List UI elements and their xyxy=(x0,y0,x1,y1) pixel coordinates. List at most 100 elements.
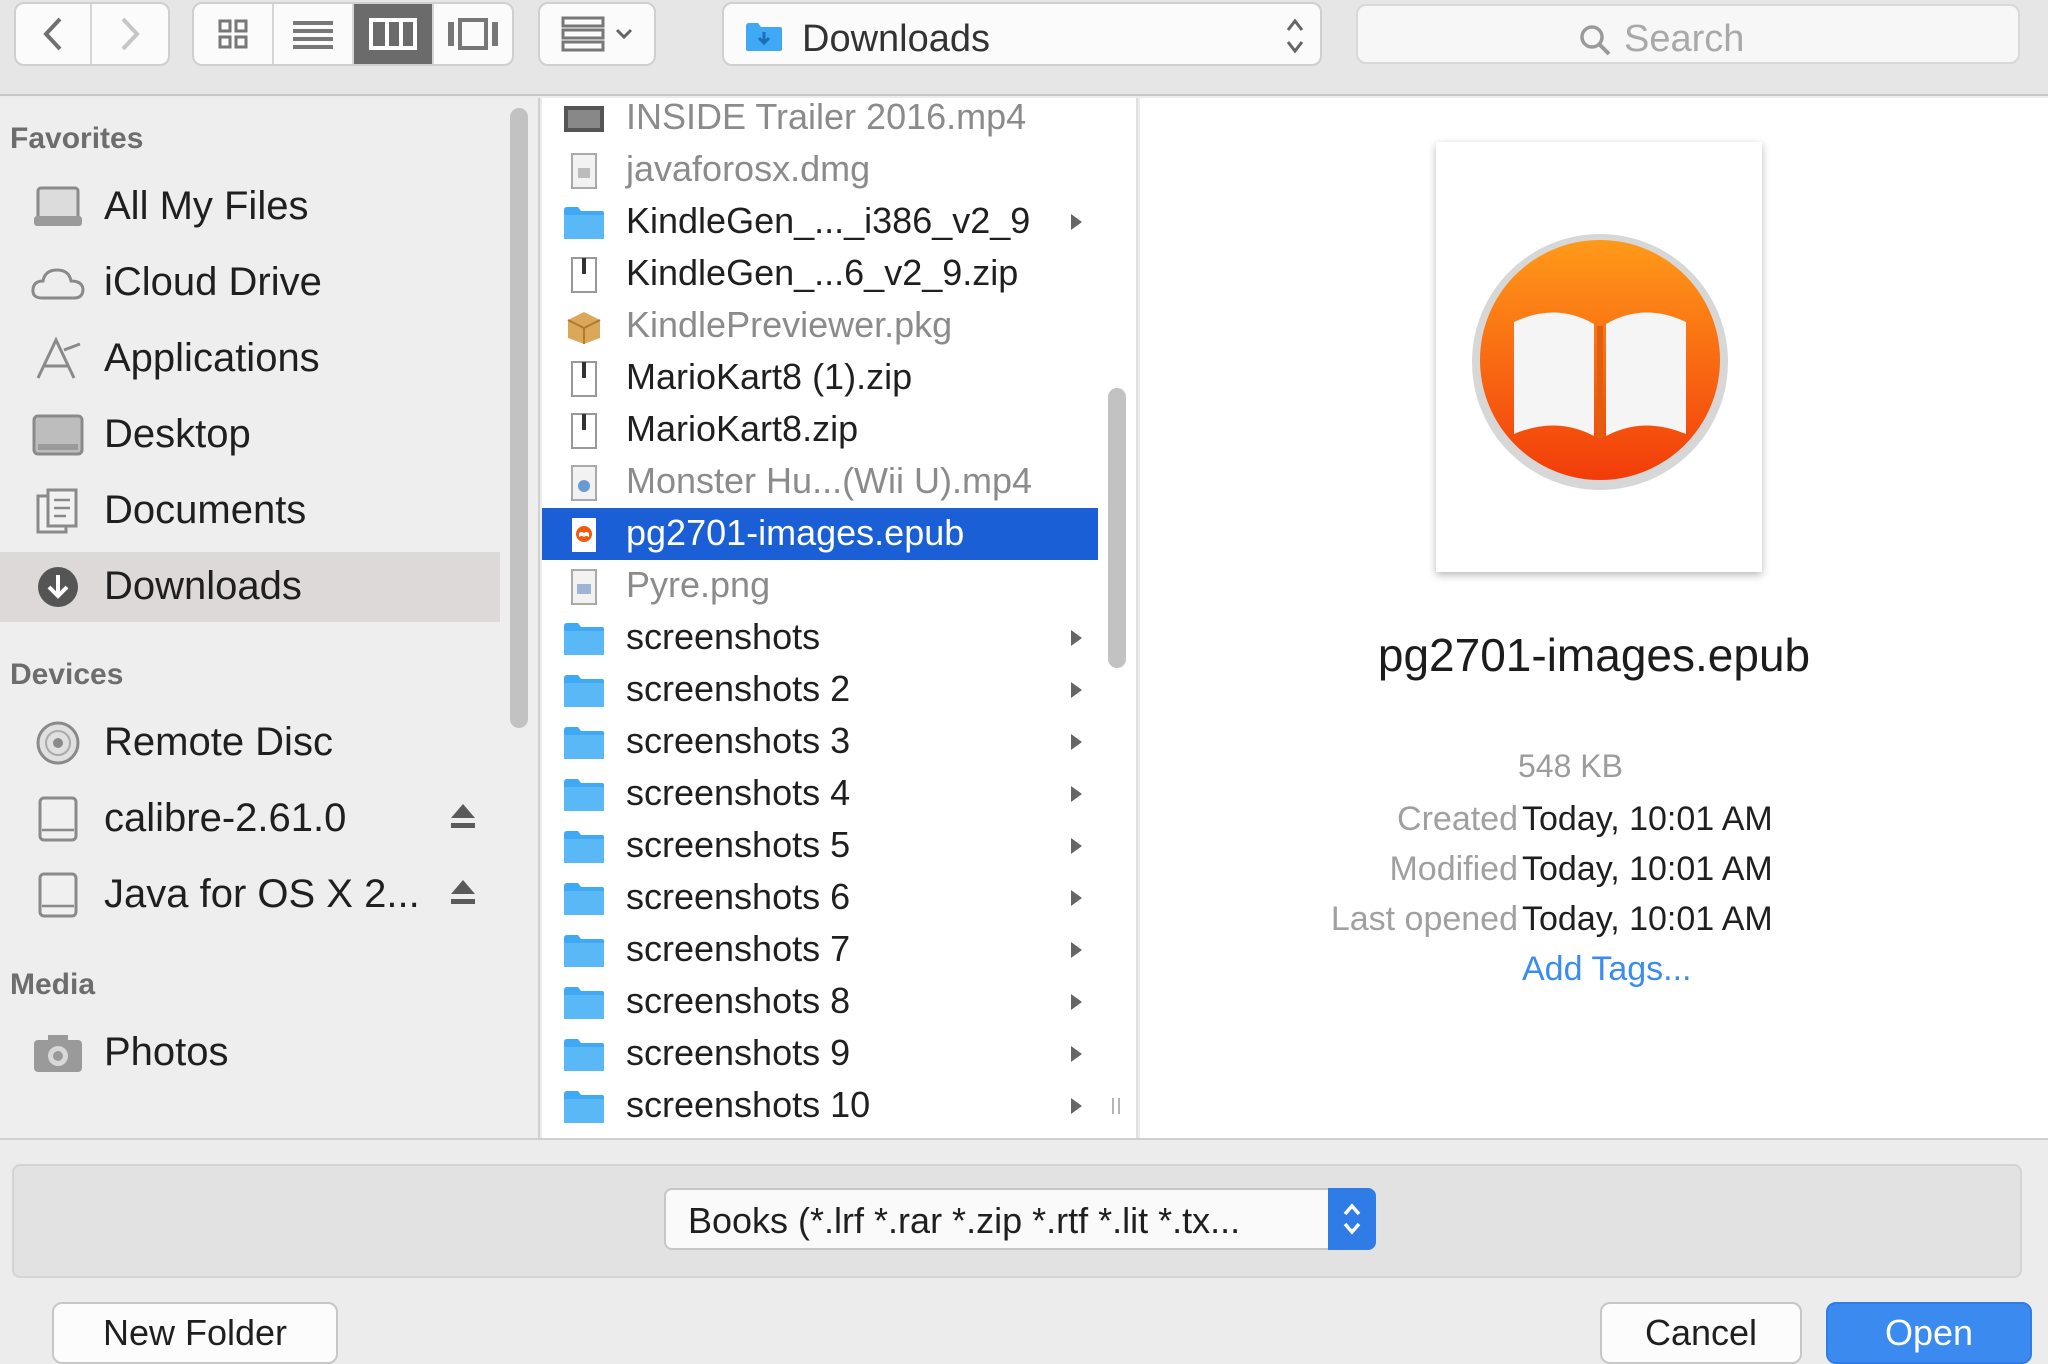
column-scrollbar[interactable] xyxy=(1108,388,1126,668)
file-row[interactable]: screenshots 9 xyxy=(542,1028,1098,1080)
cover-flow-button[interactable] xyxy=(434,4,512,64)
up-down-arrows-icon xyxy=(1286,18,1304,54)
sidebar-item-applications[interactable]: Applications xyxy=(0,324,500,394)
sidebar-item-label: Applications xyxy=(104,336,320,380)
file-row[interactable]: screenshots 6 xyxy=(542,872,1098,924)
file-row[interactable]: screenshots xyxy=(542,612,1098,664)
sidebar-item-label: All My Files xyxy=(104,184,309,228)
file-preview-thumbnail xyxy=(1436,142,1762,572)
file-name: screenshots 10 xyxy=(626,1084,871,1125)
disclosure-arrow-icon xyxy=(1071,214,1082,230)
disc-icon xyxy=(36,721,80,765)
folder-icon xyxy=(564,779,604,811)
file-row[interactable]: KindlePreviewer.pkg xyxy=(542,300,1098,352)
file-name: KindlePreviewer.pkg xyxy=(626,304,953,345)
created-label: Created xyxy=(1397,800,1518,838)
zip-file-icon xyxy=(571,257,597,293)
file-name: MarioKart8.zip xyxy=(626,408,859,449)
ibooks-icon xyxy=(1472,234,1728,490)
disclosure-arrow-icon xyxy=(1071,682,1082,698)
sidebar-item-label: iCloud Drive xyxy=(104,260,322,304)
camera-icon xyxy=(34,1035,82,1072)
file-row[interactable]: INSIDE Trailer 2016.mp4 xyxy=(542,98,1098,144)
file-row[interactable]: MarioKart8.zip xyxy=(542,404,1098,456)
disclosure-arrow-icon xyxy=(1071,890,1082,906)
file-row[interactable]: MarioKart8 (1).zip xyxy=(542,352,1098,404)
file-row[interactable]: screenshots 10 xyxy=(542,1080,1098,1132)
sidebar: Favorites All My Files iCloud Drive Appl… xyxy=(0,98,540,1138)
epub-file-icon xyxy=(572,518,596,552)
column-view-button[interactable] xyxy=(354,4,434,64)
file-row[interactable]: screenshots 5 xyxy=(542,820,1098,872)
sidebar-item-desktop[interactable]: Desktop xyxy=(0,400,500,470)
search-input[interactable]: Search xyxy=(1356,4,2020,64)
preview-file-name: pg2701-images.epub xyxy=(1377,629,1811,681)
file-name: screenshots 6 xyxy=(626,876,851,917)
back-button[interactable] xyxy=(16,4,93,64)
file-name: screenshots 2 xyxy=(626,668,851,709)
file-name: javaforosx.dmg xyxy=(626,148,871,189)
file-row[interactable]: screenshots 8 xyxy=(542,976,1098,1028)
file-name: screenshots 8 xyxy=(626,980,851,1021)
documents-icon xyxy=(36,488,78,534)
sidebar-item-all-my-files[interactable]: All My Files xyxy=(0,172,500,242)
icon-view-button[interactable] xyxy=(194,4,274,64)
file-type-filter-select[interactable]: Books (*.lrf *.rar *.zip *.rtf *.lit *.t… xyxy=(664,1188,1376,1250)
file-row[interactable]: screenshots 3 xyxy=(542,716,1098,768)
created-value: Today, 10:01 AM xyxy=(1522,800,1773,838)
sidebar-item-remote-disc[interactable]: Remote Disc xyxy=(0,708,500,778)
drive-icon xyxy=(38,796,78,842)
file-row[interactable]: KindleGen_..._i386_v2_9 xyxy=(542,196,1098,248)
sidebar-item-calibre[interactable]: calibre-2.61.0 xyxy=(0,784,500,854)
file-row[interactable]: screenshots 4 xyxy=(542,768,1098,820)
file-row[interactable]: Monster Hu...(Wii U).mp4 xyxy=(542,456,1098,508)
sidebar-item-java[interactable]: Java for OS X 2... xyxy=(0,860,500,930)
file-row-selected[interactable]: pg2701-images.epub xyxy=(542,508,1098,560)
open-button[interactable]: Open xyxy=(1826,1302,2032,1364)
file-row[interactable]: Pyre.png xyxy=(542,560,1098,612)
sidebar-item-downloads[interactable]: Downloads xyxy=(0,552,500,622)
devices-heading: Devices xyxy=(10,658,124,691)
media-heading: Media xyxy=(10,968,96,1001)
all-my-files-icon xyxy=(34,186,82,226)
new-folder-button[interactable]: New Folder xyxy=(52,1302,338,1364)
file-row[interactable]: javaforosx.dmg xyxy=(542,144,1098,196)
chevron-right-icon xyxy=(121,17,140,51)
folder-icon xyxy=(564,935,604,967)
disclosure-arrow-icon xyxy=(1071,734,1082,750)
search-inner: Search xyxy=(1578,18,1744,61)
search-icon xyxy=(1580,24,1611,55)
cloud-icon xyxy=(31,268,85,300)
video-file-icon xyxy=(564,106,604,132)
file-name: screenshots 3 xyxy=(626,720,851,761)
arrange-grid-icon xyxy=(561,16,605,52)
forward-button[interactable] xyxy=(92,4,168,64)
preview-file-size: 548 KB xyxy=(1518,748,1623,784)
arrange-button[interactable] xyxy=(538,2,656,66)
sidebar-item-photos[interactable]: Photos xyxy=(0,1018,500,1088)
file-name: MarioKart8 (1).zip xyxy=(626,356,913,397)
file-row[interactable]: screenshots 2 xyxy=(542,664,1098,716)
sidebar-scrollbar[interactable] xyxy=(510,108,528,728)
sidebar-item-documents[interactable]: Documents xyxy=(0,476,500,546)
file-column: INSIDE Trailer 2016.mp4 javaforosx.dmg K… xyxy=(542,98,1138,1138)
add-tags-link[interactable]: Add Tags... xyxy=(1522,950,1692,989)
eject-icon[interactable] xyxy=(448,798,478,834)
folder-icon xyxy=(564,831,604,863)
filter-stepper xyxy=(1328,1188,1376,1250)
chevron-left-icon xyxy=(43,17,62,51)
file-name: pg2701-images.epub xyxy=(626,512,965,553)
sidebar-item-icloud-drive[interactable]: iCloud Drive xyxy=(0,248,500,318)
file-name: screenshots 7 xyxy=(626,928,851,969)
last-opened-value: Today, 10:01 AM xyxy=(1522,900,1773,938)
path-popup[interactable]: Downloads xyxy=(722,2,1322,66)
file-row[interactable]: screenshots 7 xyxy=(542,924,1098,976)
image-file-icon xyxy=(571,569,597,605)
folder-icon xyxy=(564,675,604,707)
desktop-icon xyxy=(32,414,84,456)
file-row[interactable]: KindleGen_...6_v2_9.zip xyxy=(542,248,1098,300)
column-resize-handle[interactable] xyxy=(1108,1096,1124,1116)
cancel-button[interactable]: Cancel xyxy=(1600,1302,1802,1364)
eject-icon[interactable] xyxy=(448,874,478,910)
list-view-button[interactable] xyxy=(274,4,354,64)
